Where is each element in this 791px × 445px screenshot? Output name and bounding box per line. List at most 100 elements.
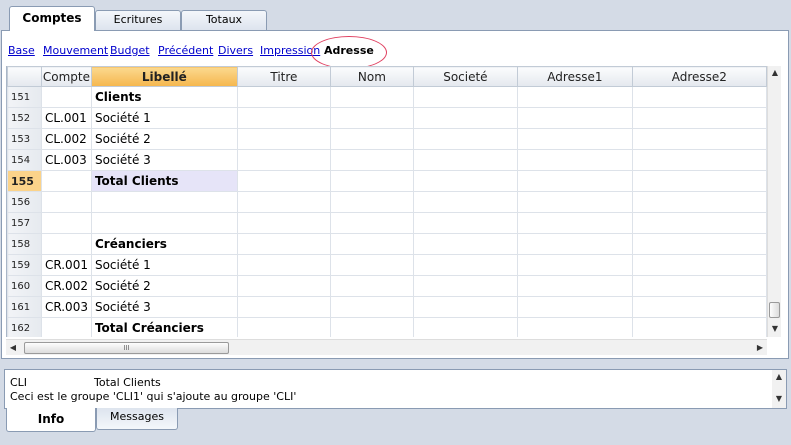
cell-societe[interactable] <box>412 170 519 192</box>
view-precedent[interactable]: Précédent <box>158 44 213 57</box>
cell-nom[interactable] <box>330 107 414 129</box>
cell-titre[interactable] <box>236 233 332 255</box>
cell-compte[interactable]: CR.001 <box>40 254 92 276</box>
cell-libelle[interactable]: Société 1 <box>90 107 238 129</box>
cell-adresse2[interactable] <box>631 191 767 213</box>
cell-nom[interactable] <box>330 233 414 255</box>
info-scroll-down-icon[interactable]: ▼ <box>772 392 786 406</box>
cell-adresse2[interactable] <box>631 275 767 297</box>
tab-totaux[interactable]: Totaux <box>181 10 267 30</box>
row-number[interactable]: 156 <box>7 191 42 213</box>
cell-libelle[interactable]: Clients <box>90 86 238 108</box>
horizontal-scroll-thumb[interactable]: III <box>24 342 229 354</box>
cell-adresse1[interactable] <box>517 107 633 129</box>
tab-comptes[interactable]: Comptes <box>9 6 95 31</box>
cell-titre[interactable] <box>236 254 332 276</box>
row-number[interactable]: 161 <box>7 296 42 318</box>
cell-libelle[interactable]: Société 3 <box>90 149 238 171</box>
cell-adresse1[interactable] <box>517 170 633 192</box>
cell-compte[interactable] <box>40 170 92 192</box>
cell-titre[interactable] <box>236 275 332 297</box>
scroll-up-arrow-icon[interactable]: ▲ <box>768 66 782 80</box>
row-number[interactable]: 162 <box>7 317 42 337</box>
cell-adresse2[interactable] <box>631 317 767 337</box>
cell-adresse2[interactable] <box>631 107 767 129</box>
cell-libelle[interactable]: Société 2 <box>90 128 238 150</box>
row-number[interactable]: 153 <box>7 128 42 150</box>
row-number[interactable]: 155 <box>7 170 42 192</box>
table-row[interactable]: 160 CR.002 Société 2 <box>7 275 767 297</box>
cell-titre[interactable] <box>236 128 332 150</box>
cell-nom[interactable] <box>330 191 414 213</box>
cell-compte[interactable]: CL.001 <box>40 107 92 129</box>
cell-nom[interactable] <box>330 149 414 171</box>
cell-libelle[interactable] <box>90 212 238 234</box>
cell-societe[interactable] <box>412 233 519 255</box>
cell-adresse1[interactable] <box>517 275 633 297</box>
table-row[interactable]: 161 CR.003 Société 3 <box>7 296 767 318</box>
table-row[interactable]: 153 CL.002 Société 2 <box>7 128 767 150</box>
cell-nom[interactable] <box>330 254 414 276</box>
cell-titre[interactable] <box>236 191 332 213</box>
cell-adresse1[interactable] <box>517 191 633 213</box>
cell-societe[interactable] <box>412 212 519 234</box>
info-scrollbar[interactable]: ▲ ▼ <box>772 370 786 408</box>
cell-titre[interactable] <box>236 212 332 234</box>
cell-societe[interactable] <box>412 86 519 108</box>
cell-societe[interactable] <box>412 254 519 276</box>
row-number[interactable]: 151 <box>7 86 42 108</box>
tab-info[interactable]: Info <box>6 408 96 432</box>
tab-messages[interactable]: Messages <box>96 408 178 430</box>
cell-libelle[interactable] <box>90 191 238 213</box>
cell-titre[interactable] <box>236 86 332 108</box>
cell-adresse2[interactable] <box>631 233 767 255</box>
horizontal-scrollbar[interactable]: ◀ III ▶ <box>6 339 767 355</box>
cell-compte[interactable]: CR.002 <box>40 275 92 297</box>
table-row[interactable]: 157 <box>7 212 767 234</box>
row-number[interactable]: 158 <box>7 233 42 255</box>
tab-ecritures[interactable]: Ecritures <box>95 10 181 30</box>
cell-nom[interactable] <box>330 86 414 108</box>
cell-adresse1[interactable] <box>517 149 633 171</box>
cell-societe[interactable] <box>412 191 519 213</box>
table-row[interactable]: 158 Créanciers <box>7 233 767 255</box>
cell-adresse1[interactable] <box>517 128 633 150</box>
info-scroll-up-icon[interactable]: ▲ <box>772 370 786 384</box>
cell-nom[interactable] <box>330 128 414 150</box>
row-number[interactable]: 160 <box>7 275 42 297</box>
column-header-adresse1[interactable]: Adresse1 <box>517 66 633 87</box>
scroll-down-arrow-icon[interactable]: ▼ <box>768 322 782 336</box>
cell-libelle[interactable]: Total Créanciers <box>90 317 238 337</box>
vertical-scrollbar[interactable]: ▲ ▼ <box>767 66 781 337</box>
column-header-nom[interactable]: Nom <box>330 66 414 87</box>
table-row[interactable]: 151 Clients <box>7 86 767 108</box>
row-number-header[interactable] <box>7 66 42 87</box>
cell-societe[interactable] <box>412 275 519 297</box>
cell-titre[interactable] <box>236 149 332 171</box>
cell-societe[interactable] <box>412 296 519 318</box>
view-divers[interactable]: Divers <box>218 44 253 57</box>
cell-adresse2[interactable] <box>631 296 767 318</box>
cell-adresse1[interactable] <box>517 254 633 276</box>
column-header-societe[interactable]: Societé <box>412 66 519 87</box>
scroll-right-arrow-icon[interactable]: ▶ <box>753 340 767 356</box>
cell-societe[interactable] <box>412 149 519 171</box>
cell-societe[interactable] <box>412 317 519 337</box>
row-number[interactable]: 157 <box>7 212 42 234</box>
cell-adresse2[interactable] <box>631 149 767 171</box>
cell-titre[interactable] <box>236 170 332 192</box>
table-row[interactable]: 155 Total Clients <box>7 170 767 192</box>
cell-societe[interactable] <box>412 107 519 129</box>
cell-compte[interactable] <box>40 212 92 234</box>
table-row[interactable]: 152 CL.001 Société 1 <box>7 107 767 129</box>
row-number[interactable]: 159 <box>7 254 42 276</box>
scroll-left-arrow-icon[interactable]: ◀ <box>6 340 20 356</box>
cell-libelle[interactable]: Société 2 <box>90 275 238 297</box>
cell-adresse2[interactable] <box>631 254 767 276</box>
cell-libelle[interactable]: Créanciers <box>90 233 238 255</box>
column-header-titre[interactable]: Titre <box>236 66 332 87</box>
cell-adresse1[interactable] <box>517 212 633 234</box>
cell-libelle[interactable]: Société 3 <box>90 296 238 318</box>
row-number[interactable]: 152 <box>7 107 42 129</box>
cell-societe[interactable] <box>412 128 519 150</box>
